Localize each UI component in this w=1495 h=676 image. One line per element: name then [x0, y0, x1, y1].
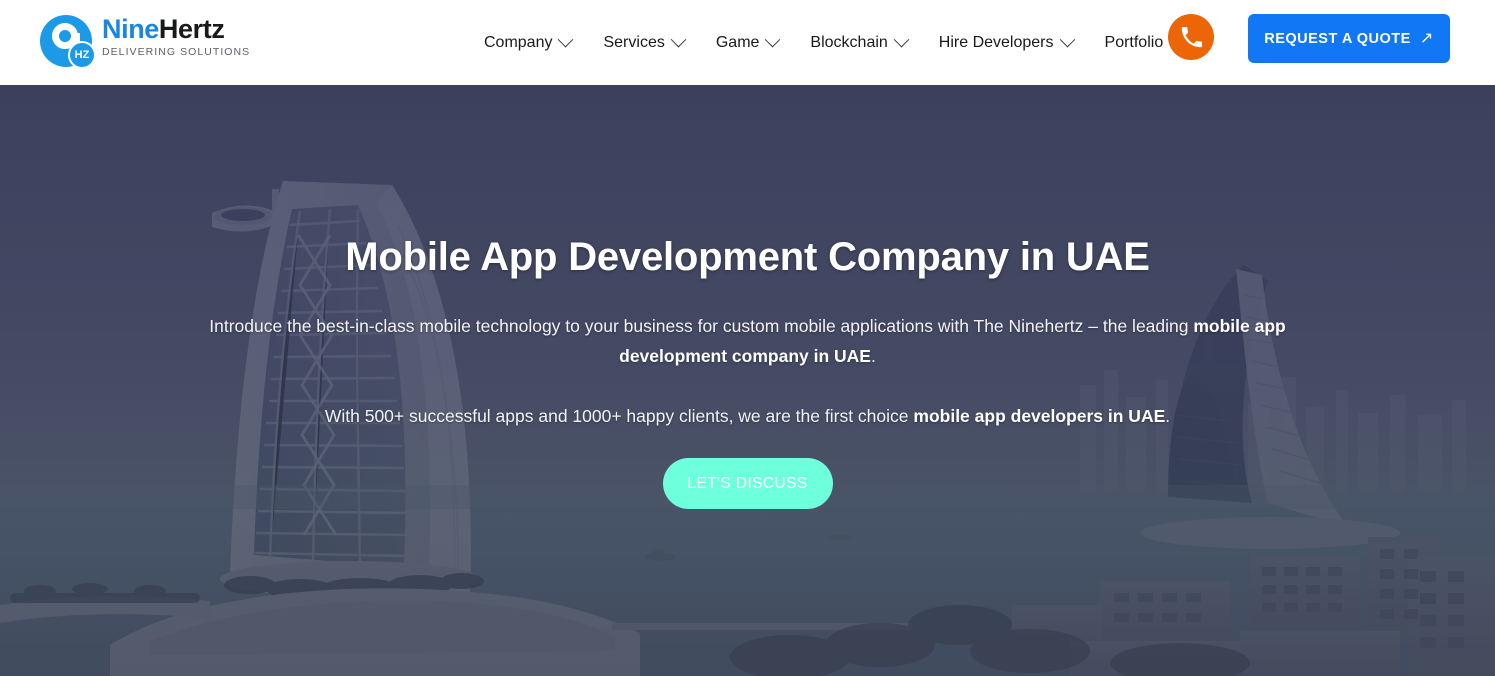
nav-item-label: Portfolio: [1104, 33, 1164, 51]
phone-call-button[interactable]: [1168, 14, 1214, 60]
nav-item-label: Services: [603, 33, 665, 51]
nav-item-company[interactable]: Company: [472, 0, 587, 85]
logo-word-nine: Nine: [102, 14, 159, 44]
request-a-quote-button[interactable]: REQUEST A QUOTE ↗: [1248, 14, 1450, 63]
nav-item-label: Hire Developers: [938, 33, 1054, 51]
chevron-down-icon: [893, 31, 910, 48]
hero-section: Mobile App Development Company in UAE In…: [0, 85, 1495, 676]
lets-discuss-button[interactable]: LET'S DISCUSS: [662, 458, 833, 509]
logo-wordmark: NineHertz DELIVERING SOLUTIONS: [102, 14, 250, 59]
chevron-down-icon: [765, 31, 781, 48]
hero-paragraph-secondary-emphasis: mobile app developers in UAE: [913, 406, 1166, 426]
nav-item-label: Company: [484, 33, 553, 51]
logo-hz-badge: HZ: [68, 41, 96, 69]
phone-icon: [1181, 26, 1202, 47]
hero-paragraph-secondary-tail: .: [1165, 406, 1171, 426]
hero-paragraph-primary: Introduce the best-in-class mobile techn…: [158, 311, 1338, 371]
chevron-down-icon: [1059, 31, 1075, 48]
logo-wordmark-text: NineHertz: [102, 14, 250, 44]
main-navigation: Company Services Game Blockchain Hire De…: [472, 0, 1179, 85]
hero-paragraph-primary-tail: .: [870, 346, 876, 366]
nav-item-blockchain[interactable]: Blockchain: [794, 0, 922, 85]
chevron-down-icon: [670, 31, 687, 48]
nav-item-hire-developers[interactable]: Hire Developers: [923, 0, 1089, 85]
quote-button-label: REQUEST A QUOTE: [1264, 30, 1411, 47]
nav-item-label: Game: [715, 33, 760, 51]
page-root: HZ NineHertz DELIVERING SOLUTIONS Compan…: [0, 0, 1495, 676]
logo-word-hertz: Hertz: [158, 14, 225, 44]
logo-tagline: DELIVERING SOLUTIONS: [102, 46, 251, 58]
nav-item-game[interactable]: Game: [700, 0, 795, 85]
site-logo[interactable]: HZ NineHertz DELIVERING SOLUTIONS: [40, 11, 290, 73]
site-header: HZ NineHertz DELIVERING SOLUTIONS Compan…: [0, 0, 1495, 85]
ninehertz-logo-icon: HZ: [40, 15, 100, 69]
nav-item-services[interactable]: Services: [587, 0, 699, 85]
hero-paragraph-primary-lead: Introduce the best-in-class mobile techn…: [209, 316, 1194, 336]
hero-paragraph-secondary-lead: With 500+ successful apps and 1000+ happ…: [324, 406, 914, 426]
hero-paragraph-secondary: With 500+ successful apps and 1000+ happ…: [158, 401, 1338, 431]
nav-item-label: Blockchain: [810, 33, 888, 51]
hero-title: Mobile App Development Company in UAE: [345, 235, 1150, 279]
hero-content: Mobile App Development Company in UAE In…: [0, 85, 1495, 676]
chevron-down-icon: [558, 31, 574, 48]
arrow-up-right-icon: ↗: [1419, 29, 1434, 47]
nav-item-portfolio[interactable]: Portfolio: [1089, 0, 1180, 85]
